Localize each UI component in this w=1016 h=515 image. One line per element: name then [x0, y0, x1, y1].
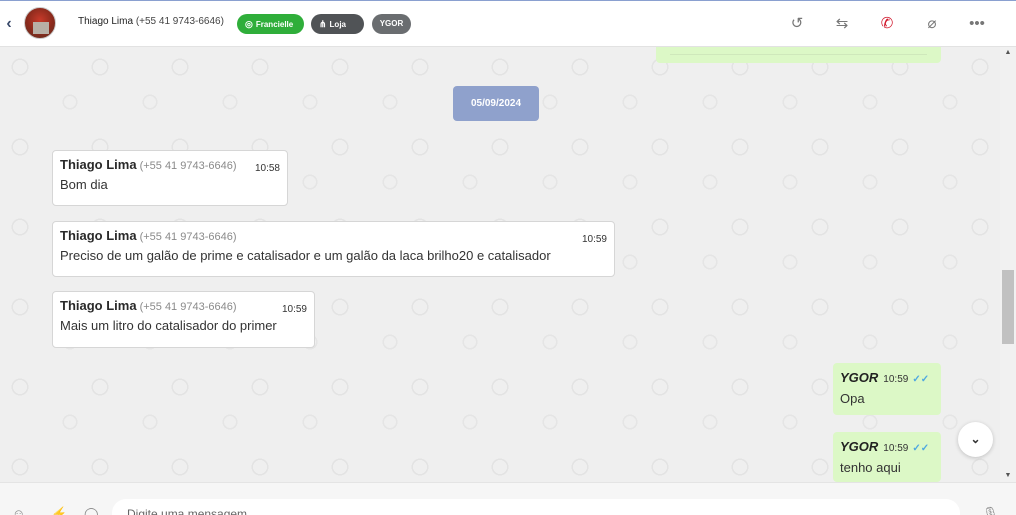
chevron-down-icon: ⌄: [970, 432, 981, 446]
incoming-message[interactable]: Thiago Lima (+55 41 9743-6646) 10:59 Prec…: [52, 221, 615, 277]
sender-phone: (+55 41 9743-6646): [139, 231, 237, 243]
incoming-message[interactable]: Thiago Lima (+55 41 9743-6646) 10:58 Bom …: [52, 150, 288, 206]
date-divider: 05/09/2024: [453, 86, 539, 121]
read-ticks-icon: ✓✓: [912, 374, 930, 385]
read-ticks-icon: ✓✓: [912, 443, 930, 454]
contact-title: Thiago Lima (+55 41 9743-6646): [78, 16, 224, 27]
message-text: Mais um litro do catalisador do primer: [60, 318, 277, 333]
tag-loja[interactable]: ⋔ Loja: [311, 14, 364, 34]
back-button[interactable]: ‹: [2, 14, 16, 34]
chevron-left-icon: ‹: [6, 15, 12, 32]
tag-label: Loja: [329, 20, 346, 29]
message-time: 10:59: [581, 234, 607, 245]
sender-phone: (+55 41 9743-6646): [139, 301, 237, 313]
message-time: 10:58: [254, 163, 280, 174]
chat-scrollbar[interactable]: ▲ ▼: [1000, 47, 1016, 482]
contact-phone: (+55 41 9743-6646): [135, 16, 224, 27]
composer-bar: ☺ ⚡ ◯ 🎙: [0, 482, 1016, 515]
more-icon: •••: [969, 15, 985, 32]
tag-label: Francielle: [255, 20, 294, 29]
outgoing-message[interactable]: YGOR 10:59 ✓✓ tenho aqui: [833, 432, 941, 482]
scroll-to-bottom-button[interactable]: ⌄: [958, 422, 993, 457]
message-list[interactable]: 05/09/2024 Thiago Lima (+55 41 9743-6646)…: [0, 47, 1000, 482]
scrollbar-thumb[interactable]: [1002, 270, 1014, 344]
hangup-icon: ✆: [880, 15, 894, 32]
sender-name: YGOR: [840, 439, 879, 454]
message-text: tenho aqui: [840, 460, 901, 475]
transfer-button[interactable]: ⇆: [831, 13, 853, 35]
outgoing-message[interactable]: YGOR 10:59 ✓✓ Opa: [833, 363, 941, 415]
sender-name: YGOR: [840, 370, 879, 385]
message-time: 10:59: [883, 443, 909, 454]
transfer-icon: ⇆: [835, 15, 849, 32]
end-call-button[interactable]: ✆: [876, 13, 898, 35]
whatsapp-icon: ◎: [245, 19, 253, 29]
sender-name: Thiago Lima: [60, 228, 137, 243]
quick-reply-icon[interactable]: ⚡: [51, 507, 67, 515]
tag-label: YGOR: [379, 19, 404, 28]
message-time: 10:59: [883, 374, 909, 385]
incoming-message[interactable]: Thiago Lima (+55 41 9743-6646) 10:59 Mais…: [52, 291, 315, 348]
message-sender: YGOR 10:59 ✓✓: [840, 370, 934, 385]
scroll-down-arrow-icon[interactable]: ▼: [1004, 472, 1012, 480]
tag-ygor[interactable]: YGOR: [372, 14, 411, 34]
tag-francielle[interactable]: ◎ Francielle: [237, 14, 304, 34]
message-sender: Thiago Lima (+55 41 9743-6646): [60, 228, 607, 243]
sticker-icon[interactable]: ◯: [84, 507, 99, 515]
message-text: Bom dia: [60, 177, 108, 192]
message-sender: YGOR 10:59 ✓✓: [840, 439, 934, 454]
network-icon: ⋔: [319, 19, 327, 29]
history-icon: ↺: [790, 15, 804, 32]
message-text: Opa: [840, 391, 865, 406]
chat-header: ‹ Thiago Lima (+55 41 9743-6646) ◎ Franci…: [0, 0, 1016, 47]
sender-name: Thiago Lima: [60, 298, 137, 313]
emoji-icon[interactable]: ☺: [12, 507, 25, 515]
attach-button[interactable]: ⌀: [921, 13, 943, 35]
message-input[interactable]: [112, 499, 960, 515]
history-button[interactable]: ↺: [786, 13, 808, 35]
contact-name: Thiago Lima: [78, 16, 134, 27]
microphone-icon[interactable]: 🎙: [982, 507, 999, 515]
scroll-up-arrow-icon[interactable]: ▲: [1004, 49, 1012, 57]
sender-phone: (+55 41 9743-6646): [139, 160, 237, 172]
attachment-icon: ⌀: [927, 15, 937, 32]
message-time: 10:59: [281, 304, 307, 315]
more-options-button[interactable]: •••: [966, 13, 988, 35]
sender-name: Thiago Lima: [60, 157, 137, 172]
message-sender: Thiago Lima (+55 41 9743-6646): [60, 298, 307, 313]
avatar[interactable]: [24, 7, 56, 39]
message-text: Preciso de um galão de prime e catalisad…: [60, 248, 551, 263]
previous-message-bubble: [656, 47, 941, 63]
message-sender: Thiago Lima (+55 41 9743-6646): [60, 157, 280, 172]
